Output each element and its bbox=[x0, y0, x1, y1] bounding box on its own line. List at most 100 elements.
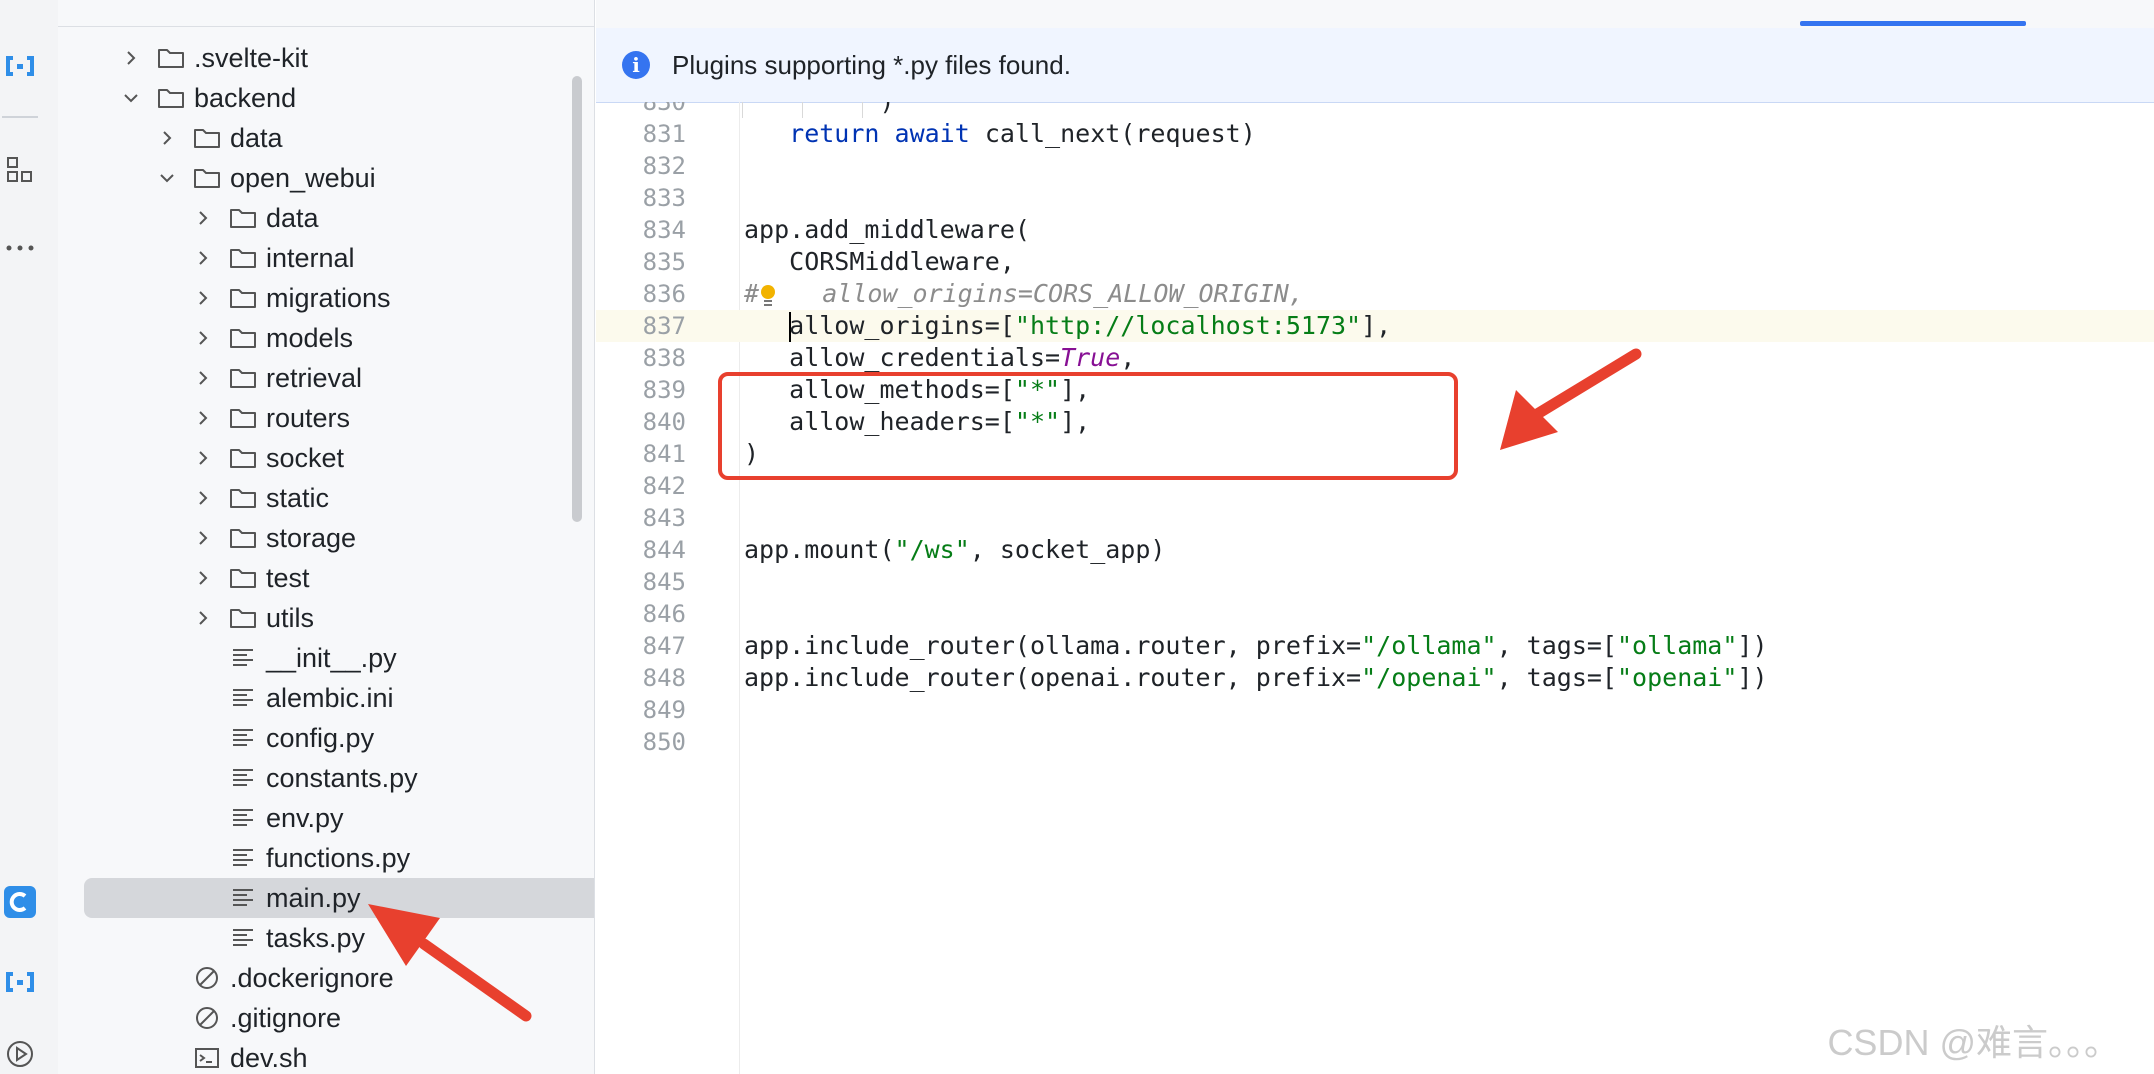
chevron-right-icon[interactable] bbox=[192, 527, 214, 549]
indent-guide bbox=[742, 102, 743, 118]
copilot-icon[interactable] bbox=[0, 882, 40, 922]
structure-icon[interactable] bbox=[0, 150, 40, 190]
tree-item[interactable]: open_webui bbox=[84, 158, 594, 198]
tree-item[interactable]: data bbox=[84, 198, 594, 238]
code-line[interactable]: 832 bbox=[596, 150, 2154, 182]
lightbulb-icon[interactable] bbox=[759, 284, 777, 306]
tree-item[interactable]: test bbox=[84, 558, 594, 598]
code-line[interactable]: 831 return await call_next(request) bbox=[596, 118, 2154, 150]
code-line[interactable]: 845 bbox=[596, 566, 2154, 598]
tree-item[interactable]: socket bbox=[84, 438, 594, 478]
code-line[interactable]: 847 app.include_router(ollama.router, pre… bbox=[596, 630, 2154, 662]
code-line[interactable]: 835 CORSMiddleware, bbox=[596, 246, 2154, 278]
tree-item[interactable]: __init__.py bbox=[84, 638, 594, 678]
tree-item-label: backend bbox=[194, 82, 297, 113]
ignore-file-icon bbox=[192, 963, 222, 993]
code-line[interactable]: 836 # allow_origins=CORS_ALLOW_ORIGIN, bbox=[596, 278, 2154, 310]
code-line[interactable]: 838 allow_credentials=True, bbox=[596, 342, 2154, 374]
chevron-right-icon[interactable] bbox=[156, 127, 178, 149]
tree-item[interactable]: dev.sh bbox=[84, 1038, 594, 1074]
chevron-down-icon[interactable] bbox=[156, 167, 178, 189]
tree-item[interactable]: functions.py bbox=[84, 838, 594, 878]
line-number: 838 bbox=[642, 344, 686, 372]
code-token: , socket_app) bbox=[969, 535, 1166, 564]
chevron-right-icon[interactable] bbox=[192, 367, 214, 389]
code-token: allow_credentials= bbox=[789, 343, 1061, 372]
line-number: 841 bbox=[642, 440, 686, 468]
tree-item[interactable]: data bbox=[84, 118, 594, 158]
active-tab-indicator[interactable] bbox=[1800, 21, 2026, 26]
code-line[interactable]: 833 bbox=[596, 182, 2154, 214]
line-number: 834 bbox=[642, 216, 686, 244]
code-token: app.include_router(openai.router, prefix… bbox=[744, 663, 1362, 692]
code-token: app.mount( bbox=[744, 535, 895, 564]
chevron-down-icon[interactable] bbox=[120, 87, 142, 109]
ai-assistant-icon[interactable] bbox=[0, 46, 40, 86]
tree-scrollbar[interactable] bbox=[572, 76, 582, 522]
tree-item-label: env.py bbox=[266, 802, 344, 833]
code-editor[interactable]: 830)831return await call_next(request)83… bbox=[596, 102, 2154, 1074]
chevron-right-icon[interactable] bbox=[192, 287, 214, 309]
line-number: 842 bbox=[642, 472, 686, 500]
chevron-right-icon[interactable] bbox=[192, 407, 214, 429]
indent-guide bbox=[862, 102, 864, 118]
chevron-right-icon[interactable] bbox=[192, 607, 214, 629]
tree-item[interactable]: internal bbox=[84, 238, 594, 278]
run-icon[interactable] bbox=[0, 1034, 40, 1074]
code-line[interactable]: 843 bbox=[596, 502, 2154, 534]
text-file-icon bbox=[228, 803, 258, 833]
folder-icon bbox=[228, 323, 258, 353]
tree-item-label: main.py bbox=[266, 882, 361, 913]
code-token: , bbox=[1120, 343, 1136, 372]
banner-text: Plugins supporting *.py files found. bbox=[672, 49, 1071, 80]
tree-item[interactable]: alembic.ini bbox=[84, 678, 594, 718]
code-line[interactable]: 846 bbox=[596, 598, 2154, 630]
chevron-right-icon[interactable] bbox=[192, 567, 214, 589]
tree-item-label: data bbox=[230, 122, 283, 153]
tree-item-label: data bbox=[266, 202, 319, 233]
code-token: ) bbox=[879, 102, 894, 116]
code-token: call_next(request) bbox=[969, 119, 1256, 148]
tree-item[interactable]: models bbox=[84, 318, 594, 358]
tree-item[interactable]: config.py bbox=[84, 718, 594, 758]
tree-item-label: static bbox=[266, 482, 330, 513]
more-icon[interactable] bbox=[0, 228, 40, 268]
chevron-right-icon[interactable] bbox=[192, 247, 214, 269]
tree-item[interactable]: constants.py bbox=[84, 758, 594, 798]
tree-item[interactable]: .svelte-kit bbox=[84, 38, 594, 78]
chevron-right-icon[interactable] bbox=[192, 327, 214, 349]
tree-item-label: __init__.py bbox=[266, 642, 397, 673]
folder-icon bbox=[228, 403, 258, 433]
ai-chat-icon[interactable] bbox=[0, 962, 40, 1002]
chevron-right-icon[interactable] bbox=[192, 207, 214, 229]
tree-item-label: constants.py bbox=[266, 762, 418, 793]
code-line[interactable]: 848 app.include_router(openai.router, pre… bbox=[596, 662, 2154, 694]
tree-item[interactable]: migrations bbox=[84, 278, 594, 318]
code-line[interactable]: 837 allow_origins=["http://localhost:5173… bbox=[596, 310, 2154, 342]
line-number: 833 bbox=[642, 184, 686, 212]
tree-item[interactable]: .gitignore bbox=[84, 998, 594, 1038]
tree-item[interactable]: routers bbox=[84, 398, 594, 438]
tree-item[interactable]: env.py bbox=[84, 798, 594, 838]
chevron-right-icon[interactable] bbox=[192, 447, 214, 469]
tree-item[interactable]: .dockerignore bbox=[84, 958, 594, 998]
tree-item[interactable]: storage bbox=[84, 518, 594, 558]
tree-item[interactable]: retrieval bbox=[84, 358, 594, 398]
code-text: # allow_origins=CORS_ALLOW_ORIGIN, bbox=[744, 278, 1304, 310]
tree-item[interactable]: utils bbox=[84, 598, 594, 638]
code-line[interactable]: 850 bbox=[596, 726, 2154, 758]
tree-item[interactable]: tasks.py bbox=[84, 918, 594, 958]
tree-item[interactable]: backend bbox=[84, 78, 594, 118]
chevron-right-icon[interactable] bbox=[120, 47, 142, 69]
code-line[interactable]: 830) bbox=[596, 102, 2154, 118]
tree-item[interactable]: static bbox=[84, 478, 594, 518]
project-tree: .svelte-kit backend data open_webui data inte… bbox=[58, 0, 595, 1074]
chevron-right-icon[interactable] bbox=[192, 487, 214, 509]
code-line[interactable]: 844 app.mount("/ws", socket_app) bbox=[596, 534, 2154, 566]
code-token: "/ws" bbox=[894, 535, 970, 564]
code-line[interactable]: 834 app.add_middleware( bbox=[596, 214, 2154, 246]
tree-item[interactable]: main.py bbox=[84, 878, 594, 918]
line-number: 836 bbox=[642, 280, 686, 308]
code-line[interactable]: 849 bbox=[596, 694, 2154, 726]
